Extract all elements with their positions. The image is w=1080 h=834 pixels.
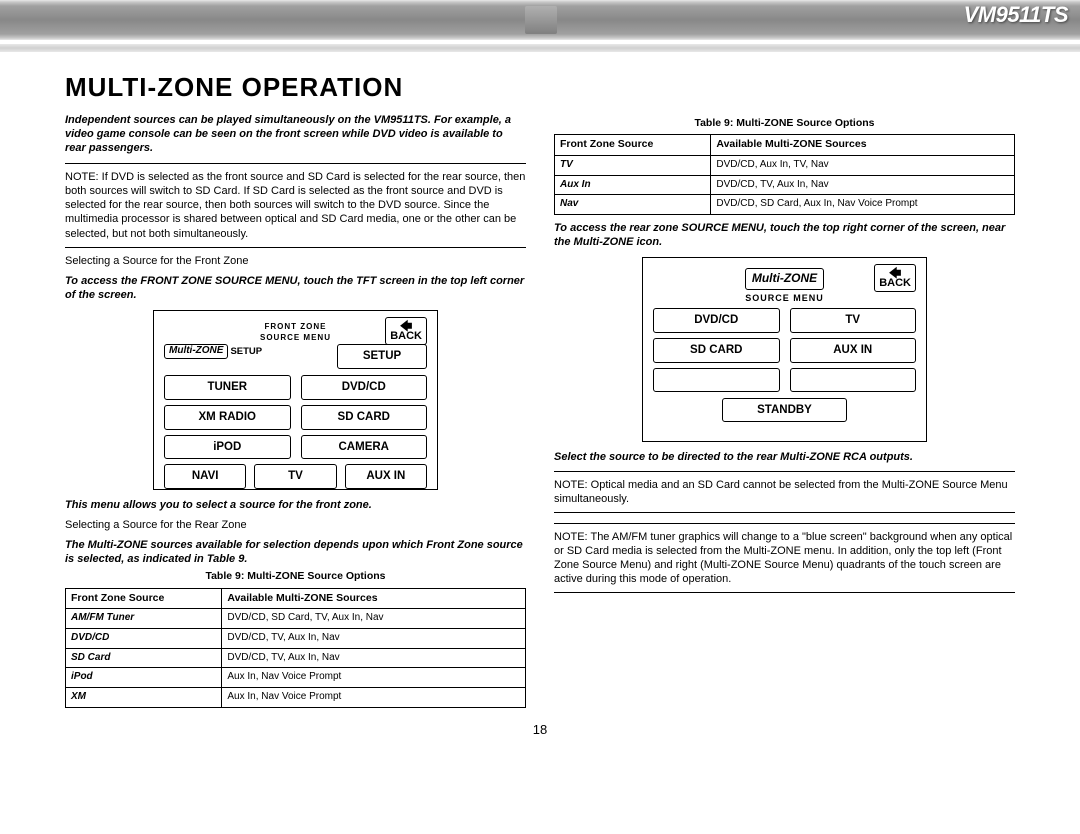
page-content: Multi-Zone Operation Independent sources… [0,52,1080,747]
t1r1c1: DVD/CD, TV, Aux In, Nav [222,628,526,648]
t2r0c1: DVD/CD, Aux In, TV, Nav [711,155,1015,175]
divider [65,163,526,164]
table2-head-0: Front Zone Source [555,135,711,155]
intro-text: Independent sources can be played simult… [65,113,526,155]
setup-text: SETUP [230,346,262,358]
ipod-button[interactable]: iPOD [164,435,291,460]
back-label: BACK [879,279,911,289]
divider [554,471,1015,472]
table2-head-1: Available Multi-ZONE Sources [711,135,1015,155]
t1r3c1: Aux In, Nav Voice Prompt [222,668,526,688]
back-button-rear[interactable]: 🡄 BACK [874,264,916,292]
t1r0c1: DVD/CD, SD Card, TV, Aux In, Nav [222,609,526,629]
empty-rear-button-2[interactable] [790,368,917,392]
menu-caption: This menu allows you to select a source … [65,498,526,512]
note2-text: NOTE: Optical media and an SD Card canno… [554,478,1015,506]
header-bar: VM9511TS [0,0,1080,40]
empty-rear-button-1[interactable] [653,368,780,392]
t2r2c1: DVD/CD, SD Card, Aux In, Nav Voice Promp… [711,195,1015,215]
select-caption: Select the source to be directed to the … [554,450,1015,464]
note3-text: NOTE: The AM/FM tuner graphics will chan… [554,530,1015,586]
subheading: Selecting a Source for the Front Zone [65,254,526,268]
navi-button[interactable]: NAVI [164,464,246,489]
divider [554,512,1015,513]
access-rear-text: The Multi-ZONE sources available for sel… [65,538,526,566]
xmradio-button[interactable]: XM RADIO [164,405,291,430]
t2r0c0: TV [555,155,711,175]
setup-button[interactable]: SETUP [337,344,427,369]
camera-button[interactable]: CAMERA [301,435,428,460]
divider [554,592,1015,593]
t1r4c1: Aux In, Nav Voice Prompt [222,688,526,708]
t1r4c0: XM [66,688,222,708]
multizone-pill[interactable]: Multi-ZONE [164,344,228,359]
page-number: 18 [65,722,1015,737]
auxin-button[interactable]: AUX IN [345,464,427,489]
access-instruction: To access the FRONT ZONE SOURCE MENU, to… [65,274,526,302]
t1r2c1: DVD/CD, TV, Aux In, Nav [222,648,526,668]
t1r2c0: SD Card [66,648,222,668]
table1-caption: Table 9: Multi-ZONE Source Options [65,570,526,583]
t2r2c0: Nav [555,195,711,215]
table2-caption: Table 9: Multi-ZONE Source Options [554,117,1015,130]
t1r1c0: DVD/CD [66,628,222,648]
table1-head-1: Available Multi-ZONE Sources [222,588,526,608]
sdcard-button[interactable]: SD CARD [301,405,428,430]
table1-head-0: Front Zone Source [66,588,222,608]
standby-button[interactable]: STANDBY [722,398,847,423]
right-column: Table 9: Multi-ZONE Source Options Front… [554,113,1015,712]
auxin-rear-button[interactable]: AUX IN [790,338,917,363]
divider [554,523,1015,524]
back-button[interactable]: 🡄 BACK [385,317,427,345]
divider [65,247,526,248]
table2: Front Zone Source Available Multi-ZONE S… [554,134,1015,215]
table1: Front Zone Source Available Multi-ZONE S… [65,588,526,708]
access-rear-instruction: To access the rear zone SOURCE MENU, tou… [554,221,1015,249]
model-label: VM9511TS [964,2,1068,28]
sdcard-rear-button[interactable]: SD CARD [653,338,780,363]
multizone-rear-menu: 🡄 BACK Multi-ZONE SOURCE MENU DVD/CD TV … [642,257,927,442]
t1r3c0: iPod [66,668,222,688]
back-label: BACK [390,332,422,342]
note-text: NOTE: If DVD is selected as the front so… [65,170,526,240]
multizone-pill-rear[interactable]: Multi-ZONE [745,268,824,289]
source-menu-title: SOURCE MENU [653,293,916,305]
header-stripe [0,44,1080,52]
t1r0c0: AM/FM Tuner [66,609,222,629]
ghost-center [525,6,557,34]
page-title: Multi-Zone Operation [65,72,1015,103]
t2r1c0: Aux In [555,175,711,195]
t2r1c1: DVD/CD, TV, Aux In, Nav [711,175,1015,195]
dvdcd-button[interactable]: DVD/CD [301,375,428,400]
subheading-rear: Selecting a Source for the Rear Zone [65,518,526,532]
tv-rear-button[interactable]: TV [790,308,917,333]
dvdcd-rear-button[interactable]: DVD/CD [653,308,780,333]
tuner-button[interactable]: TUNER [164,375,291,400]
left-column: Independent sources can be played simult… [65,113,526,712]
front-zone-menu: 🡄 BACK FRONT ZONE SOURCE MENU Multi-ZONE… [153,310,438,490]
tv-button[interactable]: TV [254,464,336,489]
